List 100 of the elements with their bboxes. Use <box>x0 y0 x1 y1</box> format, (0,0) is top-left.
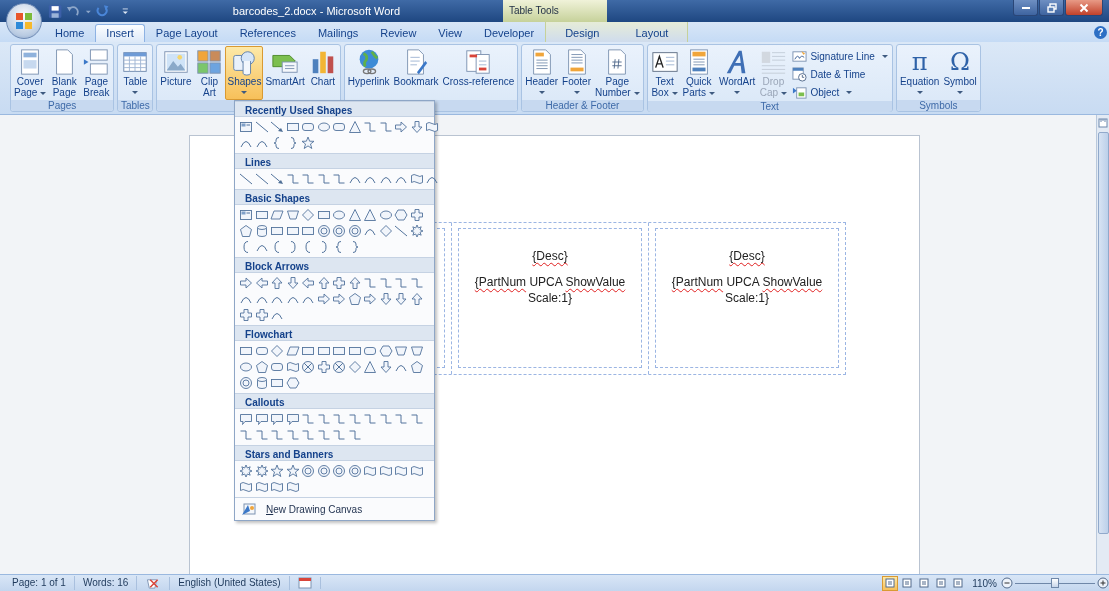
ribbon-tab[interactable]: References <box>228 24 307 42</box>
rectangle-icon[interactable] <box>332 344 346 358</box>
elbow-connector-icon[interactable] <box>301 428 315 442</box>
rounded-rectangle-icon[interactable] <box>363 344 377 358</box>
rounded-rectangle-icon[interactable] <box>332 120 346 134</box>
ribbon-button[interactable]: Cross-reference <box>440 46 517 100</box>
oval-icon[interactable] <box>239 360 253 374</box>
right-arrow-icon[interactable] <box>332 292 346 306</box>
circled-x-icon[interactable] <box>301 360 315 374</box>
banner-icon[interactable] <box>239 480 253 494</box>
banner-icon[interactable] <box>394 464 408 478</box>
burst-icon[interactable] <box>239 464 253 478</box>
cross-icon[interactable] <box>316 360 331 374</box>
elbow-connector-icon[interactable] <box>316 428 331 442</box>
ribbon-button[interactable]: Text Box <box>648 46 681 100</box>
right-arrow-icon[interactable] <box>363 292 377 306</box>
hexagon-icon[interactable] <box>394 208 408 222</box>
zoom-out-icon[interactable] <box>1001 577 1013 589</box>
triangle-icon[interactable] <box>347 120 362 134</box>
up-arrow-icon[interactable] <box>270 276 284 290</box>
up-arrow-icon[interactable] <box>409 292 424 306</box>
pentagon-icon[interactable] <box>409 360 424 374</box>
rectangle-icon[interactable] <box>301 344 315 358</box>
ribbon-button[interactable]: Page Break <box>80 46 113 100</box>
hexagon-icon[interactable] <box>285 376 300 390</box>
cross-icon[interactable] <box>254 308 269 322</box>
callout-icon[interactable] <box>270 412 284 426</box>
help-icon[interactable]: ? <box>1094 26 1107 39</box>
ribbon-button[interactable]: Page Number <box>593 46 642 100</box>
elbow-connector-icon[interactable] <box>332 428 346 442</box>
callout-icon[interactable] <box>285 412 300 426</box>
right-arrow-icon[interactable] <box>316 292 331 306</box>
banner-icon[interactable] <box>425 120 439 134</box>
ribbon-button[interactable]: Footer <box>560 46 593 100</box>
left-arrow-icon[interactable] <box>254 276 269 290</box>
up-arrow-icon[interactable] <box>316 276 331 290</box>
ribbon-button[interactable]: SmartArt <box>263 46 307 100</box>
save-icon[interactable] <box>48 3 63 19</box>
ring-icon[interactable] <box>332 224 346 238</box>
ring-icon[interactable] <box>316 464 331 478</box>
cross-icon[interactable] <box>239 308 253 322</box>
up-arrow-icon[interactable] <box>347 276 362 290</box>
rectangle-icon[interactable] <box>301 224 315 238</box>
banner-icon[interactable] <box>409 172 424 186</box>
elbow-connector-icon[interactable] <box>332 412 346 426</box>
elbow-connector-icon[interactable] <box>378 120 393 134</box>
banner-icon[interactable] <box>409 464 424 478</box>
down-arrow-icon[interactable] <box>394 292 408 306</box>
elbow-connector-icon[interactable] <box>409 412 424 426</box>
elbow-connector-icon[interactable] <box>301 172 315 186</box>
ribbon-button[interactable]: Picture <box>158 46 194 100</box>
rounded-rectangle-icon[interactable] <box>254 344 269 358</box>
trapezoid-icon[interactable] <box>285 208 300 222</box>
ribbon-tab[interactable]: Insert <box>95 24 145 42</box>
pentagon-icon[interactable] <box>239 224 253 238</box>
new-drawing-canvas-menu-item[interactable]: New Drawing Canvas <box>266 503 363 515</box>
text-box-icon[interactable] <box>239 120 253 134</box>
ring-icon[interactable] <box>316 224 331 238</box>
elbow-connector-icon[interactable] <box>378 412 393 426</box>
elbow-connector-icon[interactable] <box>347 412 362 426</box>
elbow-connector-icon[interactable] <box>239 428 253 442</box>
elbow-connector-icon[interactable] <box>347 428 362 442</box>
arrow-line-icon[interactable] <box>270 172 284 186</box>
zoom-slider-thumb[interactable] <box>1051 578 1059 588</box>
down-arrow-icon[interactable] <box>378 292 393 306</box>
elbow-connector-icon[interactable] <box>316 412 331 426</box>
ribbon-tab[interactable]: Page Layout <box>144 24 229 42</box>
ribbon-tab[interactable]: Home <box>44 24 96 42</box>
left-arrow-icon[interactable] <box>301 276 315 290</box>
arrow-line-icon[interactable] <box>270 120 284 134</box>
line-icon[interactable] <box>254 120 269 134</box>
triangle-icon[interactable] <box>347 208 362 222</box>
callout-icon[interactable] <box>239 412 253 426</box>
ribbon-tab[interactable]: Layout <box>624 24 680 42</box>
ring-icon[interactable] <box>332 464 346 478</box>
rectangle-icon[interactable] <box>316 208 331 222</box>
ribbon-tab[interactable]: Review <box>369 24 428 42</box>
banner-icon[interactable] <box>254 480 269 494</box>
star-icon[interactable] <box>301 136 315 150</box>
star-icon[interactable] <box>285 464 300 478</box>
elbow-connector-icon[interactable] <box>363 276 377 290</box>
oval-icon[interactable] <box>316 120 331 134</box>
hexagon-icon[interactable] <box>378 344 393 358</box>
view-button[interactable] <box>882 575 899 591</box>
parallelogram-icon[interactable] <box>270 208 284 222</box>
circled-x-icon[interactable] <box>332 360 346 374</box>
ring-icon[interactable] <box>347 224 362 238</box>
zoom-level[interactable]: 110% <box>972 577 997 589</box>
rounded-rectangle-icon[interactable] <box>270 360 284 374</box>
ribbon-button[interactable]: WordArt <box>716 46 758 100</box>
oval-icon[interactable] <box>378 208 393 222</box>
banner-icon[interactable] <box>285 360 300 374</box>
vertical-scrollbar[interactable] <box>1096 115 1109 574</box>
triangle-icon[interactable] <box>363 208 377 222</box>
rectangle-icon[interactable] <box>239 344 253 358</box>
ribbon-button[interactable]: Ω Symbol <box>941 46 979 100</box>
ribbon-button[interactable]: Object <box>789 84 891 101</box>
ribbon-button[interactable]: Header <box>523 46 561 100</box>
triangle-icon[interactable] <box>363 360 377 374</box>
ribbon-tab[interactable]: Developer <box>473 24 546 42</box>
